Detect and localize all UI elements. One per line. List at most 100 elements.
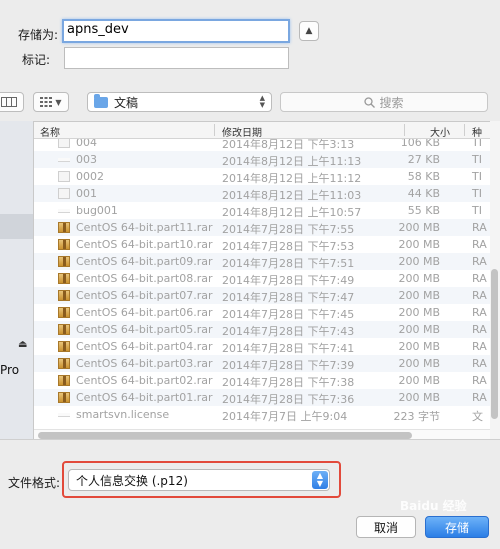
eject-icon[interactable]: ⏏ bbox=[18, 339, 27, 350]
sidebar-selected-item[interactable] bbox=[0, 214, 33, 239]
file-row[interactable]: CentOS 64-bit.part02.rar 2014年7月28日 下午7:3… bbox=[34, 372, 490, 389]
file-row[interactable]: CentOS 64-bit.part06.rar 2014年7月28日 下午7:4… bbox=[34, 304, 490, 321]
file-date: 2014年8月12日 上午11:03 bbox=[222, 189, 362, 202]
file-row[interactable]: CentOS 64-bit.part09.rar 2014年7月28日 下午7:5… bbox=[34, 253, 490, 270]
file-size: 200 MB bbox=[398, 391, 440, 404]
file-kind: RA bbox=[472, 221, 487, 234]
file-kind: RA bbox=[472, 306, 487, 319]
bottom-divider bbox=[0, 439, 500, 440]
file-date: 2014年7月28日 下午7:43 bbox=[222, 325, 355, 338]
tags-label: 标记: bbox=[21, 53, 50, 67]
file-size: 200 MB bbox=[398, 221, 440, 234]
file-row[interactable]: CentOS 64-bit.part08.rar 2014年7月28日 下午7:4… bbox=[34, 270, 490, 287]
column-divider bbox=[464, 124, 465, 136]
file-kind: TI bbox=[472, 187, 482, 200]
file-name: CentOS 64-bit.part03.rar bbox=[76, 357, 213, 370]
arrange-button[interactable]: ▼ bbox=[33, 92, 69, 112]
file-row[interactable]: CentOS 64-bit.part04.rar 2014年7月28日 下午7:4… bbox=[34, 338, 490, 355]
save-as-label: 存储为: bbox=[17, 28, 58, 42]
file-row[interactable]: 003 2014年8月12日 上午11:13 27 KB TI bbox=[34, 151, 490, 168]
file-size: 200 MB bbox=[398, 357, 440, 370]
column-date-header[interactable]: 修改日期 bbox=[222, 124, 262, 139]
search-placeholder: 搜索 bbox=[379, 95, 404, 110]
file-row[interactable]: CentOS 64-bit.part03.rar 2014年7月28日 下午7:3… bbox=[34, 355, 490, 372]
file-row[interactable]: CentOS 64-bit.part11.rar 2014年7月28日 下午7:5… bbox=[34, 219, 490, 236]
column-size-header[interactable]: 大小 bbox=[430, 124, 450, 139]
sidebar: ⏏ Pro bbox=[0, 121, 34, 439]
file-row[interactable]: 004 2014年8月12日 下午3:13 106 KB TI bbox=[34, 139, 490, 151]
file-row[interactable]: smartsvn.license 2014年7月7日 上午9:04 223 字节 文 bbox=[34, 406, 490, 423]
file-list: 名称 修改日期 大小 种 004 2014年8月12日 下午3:13 106 KB T… bbox=[34, 121, 490, 439]
file-kind: TI bbox=[472, 170, 482, 183]
rar-icon bbox=[58, 324, 70, 335]
file-name: bug001 bbox=[76, 204, 118, 217]
file-row[interactable]: CentOS 64-bit.part07.rar 2014年7月28日 下午7:4… bbox=[34, 287, 490, 304]
file-row[interactable]: 001 2014年8月12日 上午11:03 44 KB TI bbox=[34, 185, 490, 202]
file-date: 2014年7月28日 下午7:51 bbox=[222, 257, 355, 270]
file-size: 200 MB bbox=[398, 323, 440, 336]
file-date: 2014年7月28日 下午7:41 bbox=[222, 342, 355, 355]
doc-icon bbox=[58, 188, 70, 199]
file-kind: RA bbox=[472, 391, 487, 404]
file-size: 200 MB bbox=[398, 340, 440, 353]
file-size: 106 KB bbox=[400, 139, 440, 149]
file-kind: TI bbox=[472, 204, 482, 217]
file-row[interactable]: CentOS 64-bit.part10.rar 2014年7月28日 下午7:5… bbox=[34, 236, 490, 253]
file-kind: RA bbox=[472, 289, 487, 302]
grid-icon bbox=[40, 97, 53, 107]
file-size: 200 MB bbox=[398, 306, 440, 319]
column-kind-header[interactable]: 种 bbox=[472, 124, 482, 139]
file-format-label: 文件格式: bbox=[7, 476, 60, 490]
horizontal-scroll-thumb[interactable] bbox=[38, 432, 412, 439]
columns-view-icon bbox=[1, 97, 17, 107]
column-name-header[interactable]: 名称 bbox=[40, 124, 60, 139]
file-rows: 004 2014年8月12日 下午3:13 106 KB TI 003 2014年8月12… bbox=[34, 139, 490, 430]
file-row[interactable]: CentOS 64-bit.part05.rar 2014年7月28日 下午7:4… bbox=[34, 321, 490, 338]
blank-doc-icon bbox=[58, 413, 70, 417]
file-kind: RA bbox=[472, 340, 487, 353]
file-name: 0002 bbox=[76, 170, 104, 183]
file-name: 004 bbox=[76, 139, 97, 149]
file-size: 44 KB bbox=[407, 187, 440, 200]
file-size: 27 KB bbox=[407, 153, 440, 166]
file-row[interactable]: 0002 2014年8月12日 上午11:12 58 KB TI bbox=[34, 168, 490, 185]
file-kind: RA bbox=[472, 323, 487, 336]
vertical-scrollbar[interactable] bbox=[490, 121, 500, 439]
file-date: 2014年7月28日 下午7:53 bbox=[222, 240, 355, 253]
file-name: CentOS 64-bit.part09.rar bbox=[76, 255, 213, 268]
column-divider bbox=[214, 124, 215, 136]
rar-icon bbox=[58, 341, 70, 352]
file-row[interactable]: CentOS 64-bit.part01.rar 2014年7月28日 下午7:3… bbox=[34, 389, 490, 406]
file-name: 003 bbox=[76, 153, 97, 166]
file-row[interactable]: bug001 2014年8月12日 上午10:57 55 KB TI bbox=[34, 202, 490, 219]
search-input[interactable]: 搜索 bbox=[280, 92, 488, 112]
watermark-text: Baidu 经验 bbox=[400, 499, 467, 513]
file-size: 200 MB bbox=[398, 289, 440, 302]
file-size: 55 KB bbox=[407, 204, 440, 217]
vertical-scroll-thumb[interactable] bbox=[491, 269, 498, 419]
blank-doc-icon bbox=[58, 158, 70, 162]
rar-icon bbox=[58, 392, 70, 403]
cancel-button[interactable]: 取消 bbox=[356, 516, 416, 538]
file-date: 2014年7月28日 下午7:38 bbox=[222, 376, 355, 389]
column-divider bbox=[404, 124, 405, 136]
tags-input[interactable] bbox=[64, 47, 289, 69]
horizontal-scrollbar[interactable] bbox=[34, 429, 490, 439]
rar-icon bbox=[58, 290, 70, 301]
save-button[interactable]: 存储 bbox=[425, 516, 489, 538]
file-kind: RA bbox=[472, 255, 487, 268]
location-popup[interactable]: 文稿 ▲ ▼ bbox=[87, 92, 272, 112]
save-as-input[interactable]: apns_dev bbox=[62, 19, 290, 43]
doc-icon bbox=[58, 171, 70, 182]
file-format-value: 个人信息交换 (.p12) bbox=[76, 473, 188, 488]
file-name: 001 bbox=[76, 187, 97, 200]
expand-dialog-button[interactable]: ▲ bbox=[299, 21, 319, 41]
rar-icon bbox=[58, 222, 70, 233]
view-columns-button[interactable] bbox=[0, 92, 24, 112]
updown-arrows-icon: ▲ ▼ bbox=[259, 94, 265, 109]
rar-icon bbox=[58, 375, 70, 386]
file-date: 2014年7月28日 下午7:49 bbox=[222, 274, 355, 287]
file-format-select[interactable]: 个人信息交换 (.p12) ▲ ▼ bbox=[68, 469, 330, 491]
sidebar-item-device[interactable]: Pro bbox=[0, 363, 19, 377]
file-kind: RA bbox=[472, 238, 487, 251]
